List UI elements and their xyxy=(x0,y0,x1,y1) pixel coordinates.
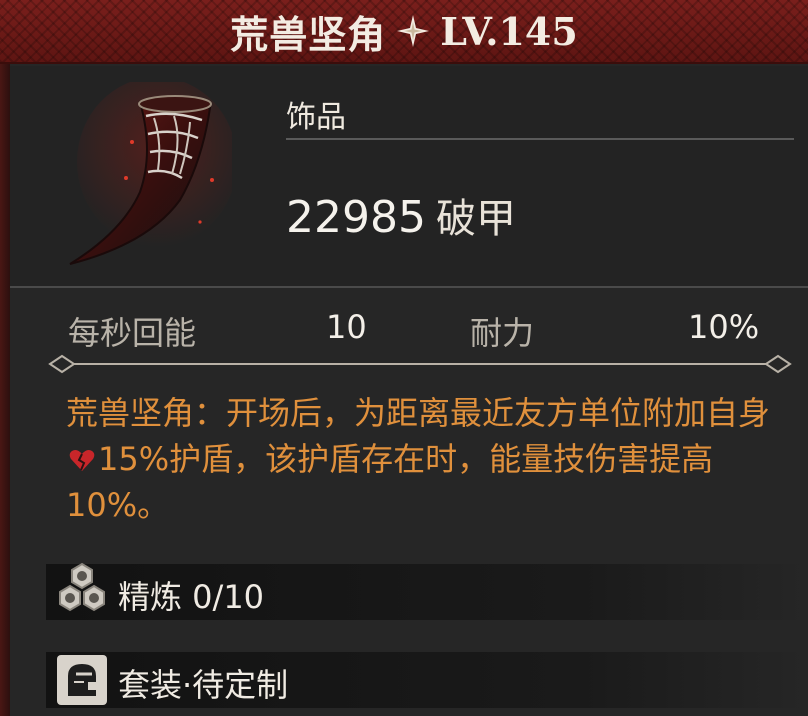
main-stat-label: 破甲 xyxy=(435,196,516,242)
item-tooltip-card: 荒兽坚角 LV.145 饰品 22985 破甲 每秒回能 10 耐力 10% 荒… xyxy=(0,0,808,716)
attribute-label-energy-regen: 每秒回能 xyxy=(68,314,197,352)
attribute-row: 每秒回能 10 耐力 10% xyxy=(10,298,808,358)
main-stat-value: 22985 xyxy=(286,192,426,243)
description-part-2: 15%护盾，该护盾存在时，能量技伤害提高10%。 xyxy=(66,440,714,524)
title-bar: 荒兽坚角 LV.145 xyxy=(0,0,808,64)
section-divider xyxy=(10,286,808,288)
refine-label: 精炼 0/10 xyxy=(118,578,265,616)
main-stat: 22985 破甲 xyxy=(286,186,516,244)
broken-heart-shield-icon xyxy=(69,450,95,471)
item-level: LV.145 xyxy=(440,8,578,54)
item-type: 饰品 xyxy=(286,100,346,135)
set-label: 套装·待定制 xyxy=(118,666,289,704)
knight-helmet-icon xyxy=(57,655,107,705)
hexagon-cluster-icon xyxy=(59,562,105,612)
item-header: 饰品 22985 破甲 xyxy=(10,66,808,286)
type-divider xyxy=(286,138,794,140)
description-part-1: 荒兽坚角：开场后，为距离最近友方单位附加自身 xyxy=(66,394,771,432)
left-frame xyxy=(0,64,10,716)
item-description: 荒兽坚角：开场后，为距离最近友方单位附加自身 15%护盾，该护盾存在时，能量技伤害… xyxy=(66,390,786,528)
attribute-value-energy-regen: 10 xyxy=(326,308,367,346)
horn-icon xyxy=(69,82,232,265)
ornament-divider xyxy=(48,354,792,374)
attribute-value-stamina: 10% xyxy=(688,308,760,346)
item-name: 荒兽坚角 xyxy=(230,11,387,57)
title-inner: 荒兽坚角 LV.145 xyxy=(230,4,578,59)
star-sparkle-icon xyxy=(397,15,430,47)
attribute-label-stamina: 耐力 xyxy=(470,314,535,352)
